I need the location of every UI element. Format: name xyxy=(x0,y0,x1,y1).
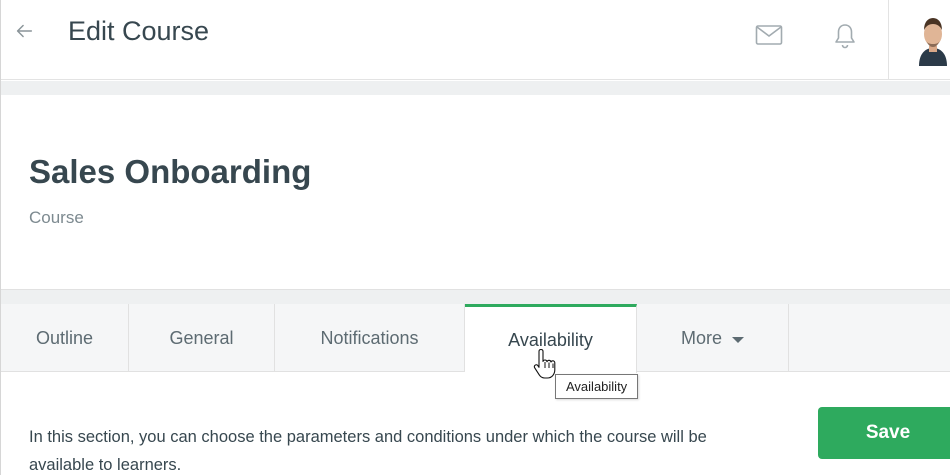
user-avatar[interactable] xyxy=(913,10,950,66)
separator-band xyxy=(1,290,950,304)
tab-tooltip: Availability xyxy=(555,374,639,399)
notifications-button[interactable] xyxy=(833,22,857,50)
arrow-left-icon xyxy=(16,24,33,38)
section-description: In this section, you can choose the para… xyxy=(29,428,707,474)
course-tabs: Outline General Notifications Availabili… xyxy=(1,304,950,373)
tab-outline[interactable]: Outline xyxy=(1,304,129,372)
tab-more-dropdown[interactable]: More xyxy=(637,304,789,372)
tab-label: Notifications xyxy=(320,327,419,348)
app-frame: Edit Course Sales Onboarding Course Outl… xyxy=(0,0,950,475)
tab-label: More xyxy=(680,327,722,348)
top-header: Edit Course xyxy=(1,0,950,80)
separator-band xyxy=(1,81,950,95)
course-header-card: Sales Onboarding Course xyxy=(1,95,950,290)
header-divider xyxy=(888,0,889,80)
caret-down-icon xyxy=(732,336,744,343)
tab-general[interactable]: General xyxy=(129,304,275,372)
course-title: Sales Onboarding xyxy=(29,153,312,190)
avatar-image xyxy=(913,10,950,66)
mail-button[interactable] xyxy=(755,24,783,46)
save-button[interactable]: Save xyxy=(818,407,950,459)
page-title: Edit Course xyxy=(68,16,210,46)
tab-notifications[interactable]: Notifications xyxy=(275,304,465,372)
mail-icon xyxy=(755,25,783,45)
bell-icon xyxy=(835,24,855,49)
tab-label: General xyxy=(169,327,234,348)
tab-label: Outline xyxy=(35,327,94,348)
course-type-label: Course xyxy=(29,208,84,227)
back-button[interactable] xyxy=(13,20,39,46)
